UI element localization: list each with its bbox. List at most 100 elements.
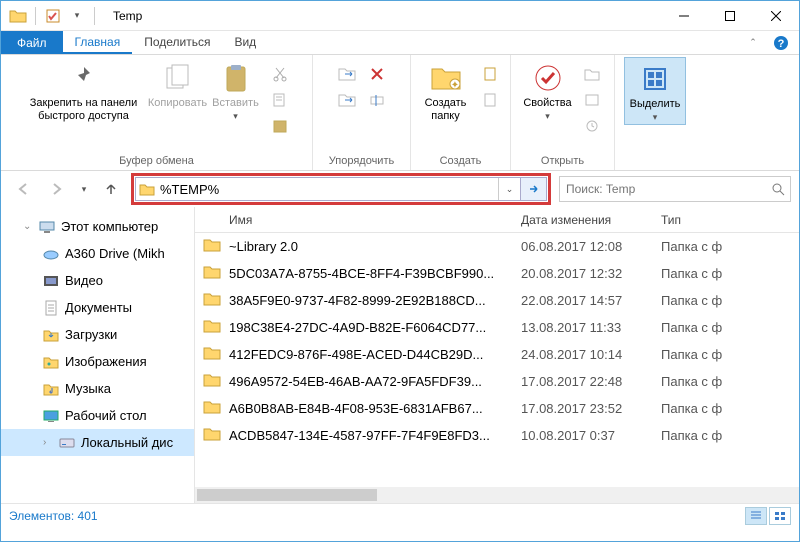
column-name[interactable]: Имя	[203, 213, 521, 227]
file-row[interactable]: 38A5F9E0-9737-4F82-8999-2E92B188CD... 22.…	[195, 287, 799, 314]
address-bar[interactable]: ⌄	[135, 177, 521, 201]
tab-view[interactable]: Вид	[222, 31, 268, 54]
file-date: 24.08.2017 10:14	[521, 347, 661, 362]
maximize-button[interactable]	[707, 1, 753, 31]
help-icon[interactable]: ?	[769, 31, 793, 54]
file-type: Папка с ф	[661, 320, 799, 335]
qa-properties-icon[interactable]	[42, 5, 64, 27]
file-tab[interactable]: Файл	[1, 31, 63, 54]
navigation-pane: ⌄ Этот компьютер A360 Drive (Mikh Видео …	[1, 207, 195, 503]
status-bar: Элементов: 401	[1, 503, 799, 527]
file-type: Папка с ф	[661, 347, 799, 362]
address-dropdown-icon[interactable]: ⌄	[498, 178, 520, 200]
address-folder-icon	[136, 183, 158, 196]
thumbnails-view-button[interactable]	[769, 507, 791, 525]
minimize-button[interactable]	[661, 1, 707, 31]
search-icon[interactable]	[766, 182, 790, 196]
tab-share[interactable]: Поделиться	[132, 31, 222, 54]
open-icon[interactable]	[581, 63, 603, 85]
ribbon-collapse-icon[interactable]: ⌃	[741, 31, 765, 54]
main-area: ⌄ Этот компьютер A360 Drive (Mikh Видео …	[1, 207, 799, 503]
details-view-button[interactable]	[745, 507, 767, 525]
paste-icon	[224, 63, 248, 93]
tab-home[interactable]: Главная	[63, 31, 133, 54]
file-row[interactable]: 412FEDC9-876F-498E-ACED-D44CB29D... 24.08…	[195, 341, 799, 368]
downloads-icon	[43, 327, 59, 343]
paste-shortcut-icon[interactable]	[269, 115, 291, 137]
sidebar-item-this-pc[interactable]: ⌄ Этот компьютер	[1, 213, 194, 240]
file-name: 412FEDC9-876F-498E-ACED-D44CB29D...	[229, 347, 483, 362]
file-type: Папка с ф	[661, 401, 799, 416]
cut-icon[interactable]	[269, 63, 291, 85]
file-row[interactable]: A6B0B8AB-E84B-4F08-953E-6831AFB67... 17.0…	[195, 395, 799, 422]
folder-icon	[203, 373, 221, 390]
address-input[interactable]	[158, 178, 498, 200]
sidebar-item-a360[interactable]: A360 Drive (Mikh	[1, 240, 194, 267]
columns-header: Имя Дата изменения Тип	[195, 207, 799, 233]
desktop-icon	[43, 408, 59, 424]
file-date: 22.08.2017 14:57	[521, 293, 661, 308]
paste-button[interactable]: Вставить ▾	[207, 57, 265, 123]
forward-button[interactable]	[43, 175, 71, 203]
pin-to-quick-access-button[interactable]: Закрепить на панели быстрого доступа	[19, 57, 149, 123]
file-row[interactable]: 198C38E4-27DC-4A9D-B82E-F6064CD77...13.0…	[195, 314, 799, 341]
file-name: A6B0B8AB-E84B-4F08-953E-6831AFB67...	[229, 401, 483, 416]
file-name: 38A5F9E0-9737-4F82-8999-2E92B188CD...	[229, 293, 486, 308]
file-type: Папка с ф	[661, 293, 799, 308]
recent-locations-button[interactable]: ▾	[77, 175, 91, 203]
new-folder-icon: ✦	[430, 65, 462, 91]
sidebar-item-images[interactable]: Изображения	[1, 348, 194, 375]
sidebar-item-documents[interactable]: Документы	[1, 294, 194, 321]
file-row[interactable]: 5DC03A7A-8755-4BCE-8FF4-F39BCBF990...20.…	[195, 260, 799, 287]
back-button[interactable]	[9, 175, 37, 203]
select-all-icon	[641, 65, 669, 93]
sidebar-item-local-disk[interactable]: › Локальный дис	[1, 429, 194, 456]
easy-access-icon[interactable]	[479, 89, 501, 111]
file-type: Папка с ф	[661, 239, 799, 254]
file-name: 5DC03A7A-8755-4BCE-8FF4-F39BCBF990...	[229, 266, 494, 281]
file-date: 17.08.2017 23:52	[521, 401, 661, 416]
images-icon	[43, 354, 59, 370]
up-button[interactable]	[97, 175, 125, 203]
column-type[interactable]: Тип	[661, 213, 799, 227]
sidebar-item-music[interactable]: Музыка	[1, 375, 194, 402]
edit-icon[interactable]	[581, 89, 603, 111]
svg-text:✦: ✦	[450, 80, 458, 91]
copy-to-icon[interactable]	[336, 89, 358, 111]
properties-icon	[534, 64, 562, 92]
file-row[interactable]: ~Library 2.006.08.2017 12:08Папка с ф	[195, 233, 799, 260]
file-type: Папка с ф	[661, 266, 799, 281]
ribbon-tabs: Файл Главная Поделиться Вид ⌃ ?	[1, 31, 799, 55]
delete-icon[interactable]	[366, 63, 388, 85]
select-button[interactable]: Выделить ▾	[624, 57, 686, 125]
sidebar-item-downloads[interactable]: Загрузки	[1, 321, 194, 348]
ribbon: Закрепить на панели быстрого доступа Коп…	[1, 55, 799, 171]
history-icon[interactable]	[581, 115, 603, 137]
close-button[interactable]	[753, 1, 799, 31]
sidebar-item-video[interactable]: Видео	[1, 267, 194, 294]
sidebar-item-desktop[interactable]: Рабочий стол	[1, 402, 194, 429]
expand-icon[interactable]: ›	[43, 437, 53, 448]
search-box[interactable]	[559, 176, 791, 202]
go-button[interactable]	[521, 177, 547, 201]
address-bar-highlight: ⌄	[131, 173, 551, 205]
horizontal-scrollbar[interactable]	[195, 487, 799, 503]
qa-dropdown-icon[interactable]: ▾	[66, 5, 88, 27]
rename-icon[interactable]	[366, 89, 388, 111]
properties-button[interactable]: Свойства ▾	[519, 57, 577, 123]
copy-path-icon[interactable]	[269, 89, 291, 111]
file-list[interactable]: ~Library 2.006.08.2017 12:08Папка с ф5DC…	[195, 233, 799, 487]
expand-icon[interactable]: ⌄	[23, 221, 33, 232]
folder-icon	[203, 238, 221, 255]
new-item-icon[interactable]	[479, 63, 501, 85]
content-pane: Имя Дата изменения Тип ~Library 2.006.08…	[195, 207, 799, 503]
file-date: 10.08.2017 0:37	[521, 428, 661, 443]
copy-button[interactable]: Копировать	[149, 57, 207, 110]
file-row[interactable]: ACDB5847-134E-4587-97FF-7F4F9E8FD3...10.…	[195, 422, 799, 449]
column-date[interactable]: Дата изменения	[521, 213, 661, 227]
file-row[interactable]: 496A9572-54EB-46AB-AA72-9FA5FDF39...17.0…	[195, 368, 799, 395]
new-folder-button[interactable]: ✦ Создать папку	[417, 57, 475, 123]
disk-icon	[59, 435, 75, 451]
search-input[interactable]	[560, 182, 766, 196]
move-to-icon[interactable]	[336, 63, 358, 85]
